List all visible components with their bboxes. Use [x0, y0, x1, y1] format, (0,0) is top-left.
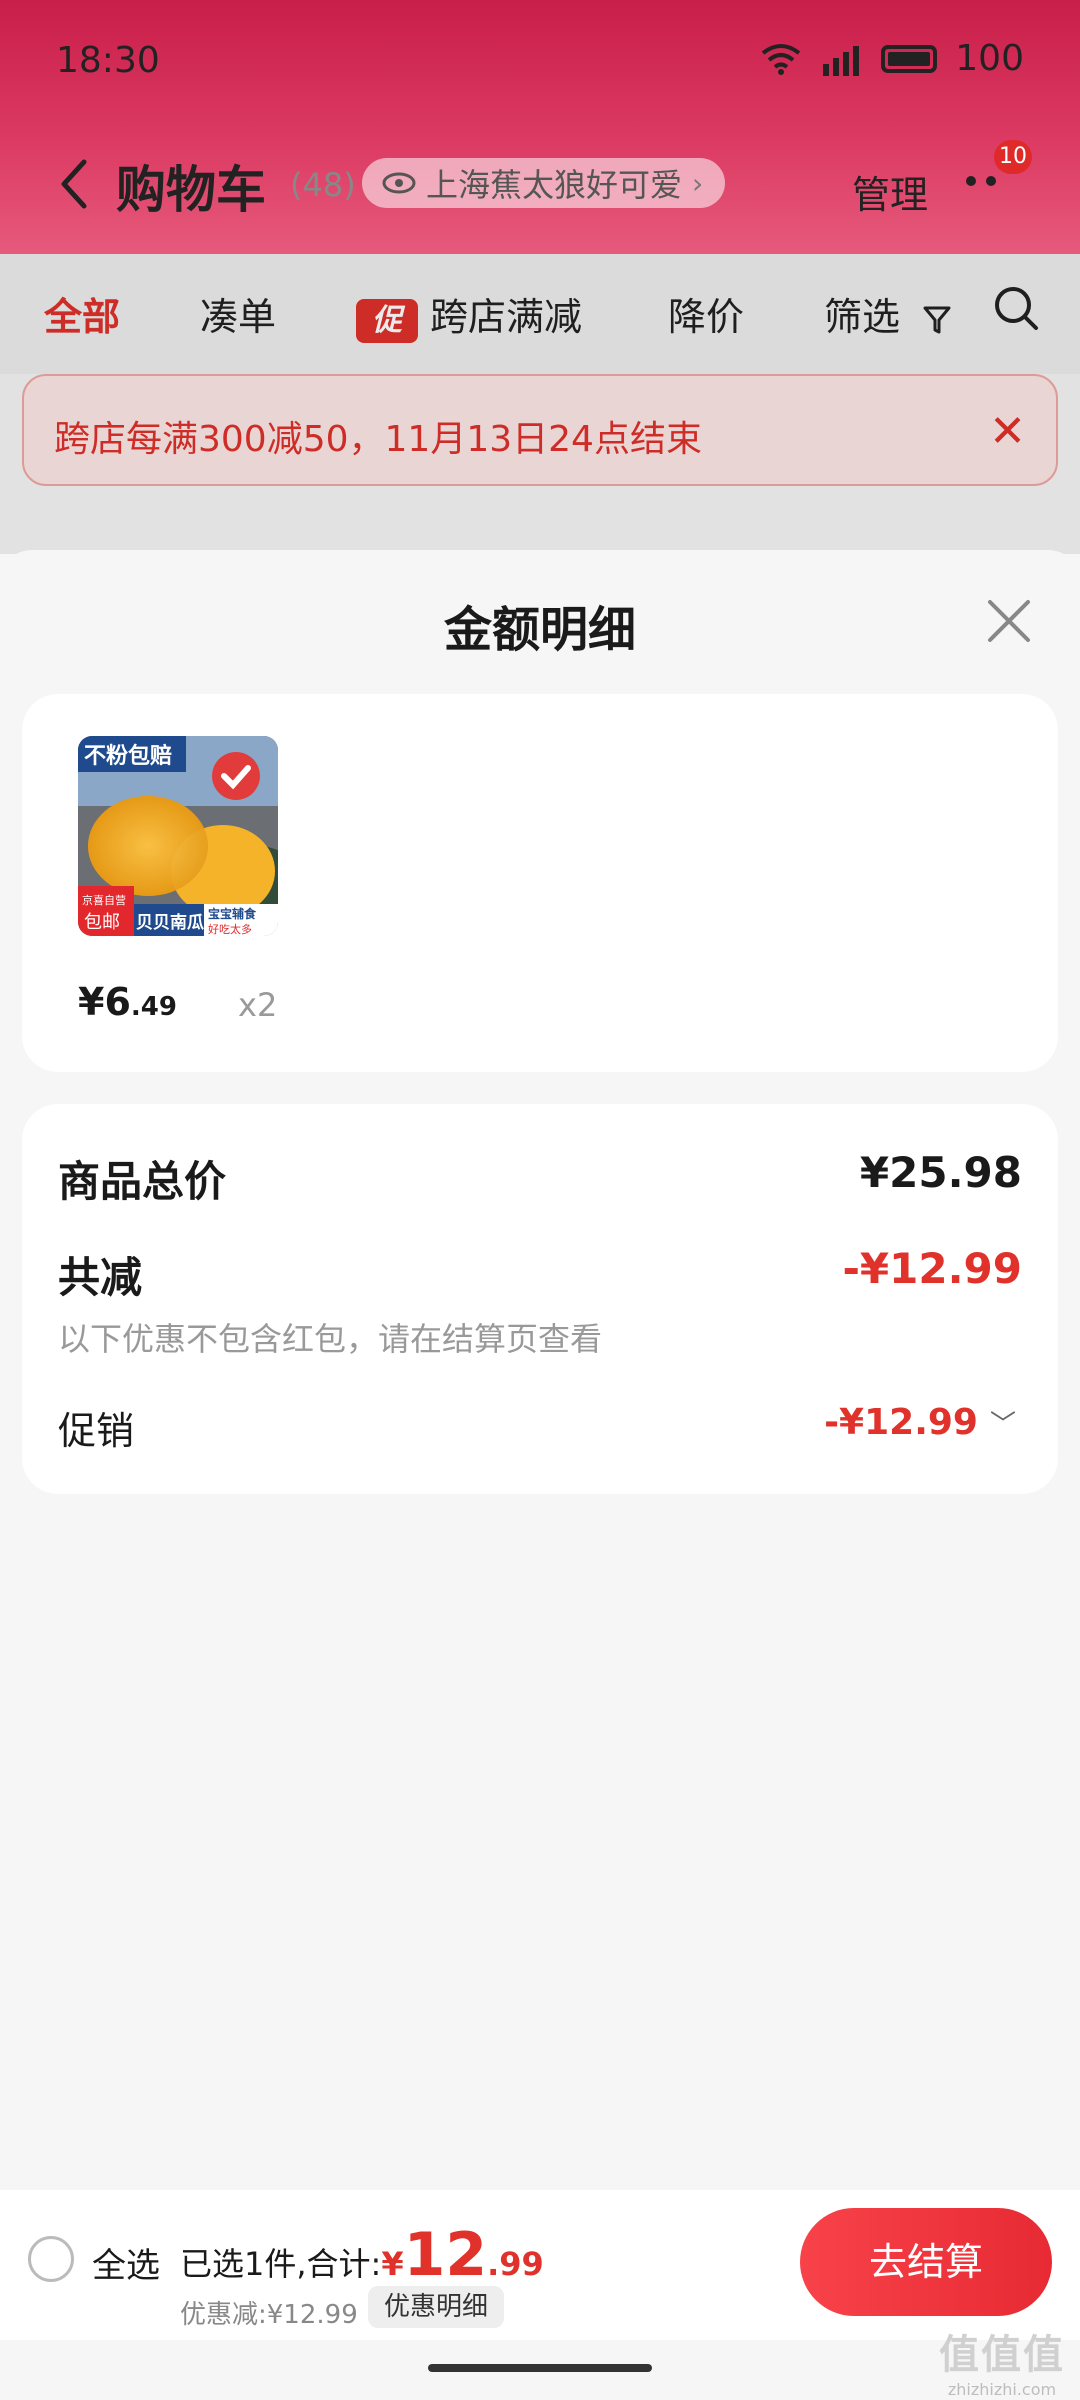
price-breakdown-card: 商品总价 ¥25.98 共减 -¥12.99 以下优惠不包含红包，请在结算页查看…: [22, 1104, 1058, 1494]
product-price: ¥6.49: [78, 980, 177, 1024]
img-tag-top: 不粉包赔: [84, 743, 172, 769]
eye-location-icon: [382, 172, 416, 194]
battery-level: 100: [955, 38, 1024, 79]
goods-total-value: ¥25.98: [859, 1148, 1022, 1197]
product-price-dec: .49: [130, 992, 177, 1022]
wifi-icon: [762, 43, 801, 75]
watermark: 值值值 zhizhizhi.com: [932, 2322, 1072, 2399]
status-time: 18:30: [56, 40, 160, 81]
promotion-value[interactable]: -¥12.99 ﹀: [824, 1402, 1016, 1443]
overlay-dim: [0, 254, 1080, 554]
img-side-tag2: 好吃太多: [208, 922, 252, 936]
page-title: 购物车: [116, 161, 266, 219]
close-icon[interactable]: [984, 596, 1034, 646]
total-currency: ¥: [381, 2245, 404, 2283]
status-icons: 100: [761, 38, 1024, 79]
discount-note: 以下优惠不包含红包，请在结算页查看: [58, 1320, 603, 1358]
select-all-label[interactable]: 全选: [92, 2238, 160, 2287]
discount-detail-button[interactable]: 优惠明细: [368, 2286, 505, 2328]
chevron-right-icon: ›: [692, 166, 704, 200]
summary-prefix: 已选1件,合计:: [180, 2245, 382, 2283]
signal-5g-icon: [823, 45, 860, 76]
status-bar: 18:30 100: [0, 0, 1080, 125]
checkout-bar: 全选 已选1件,合计: ¥ 12 .99 优惠减:¥12.99 优惠明细 去结算: [0, 2190, 1080, 2340]
manage-button[interactable]: 管理: [852, 164, 928, 219]
watermark-url: zhizhizhi.com: [947, 2380, 1057, 2399]
back-arrow-icon[interactable]: [54, 156, 94, 212]
address-text: 上海蕉太狼好可爱: [426, 166, 683, 204]
address-selector[interactable]: 上海蕉太狼好可爱 ›: [362, 158, 726, 208]
cart-nav-bar: 购物车 (48) 上海蕉太狼好可爱 › 管理 10: [0, 140, 1080, 230]
chevron-down-icon: ﹀: [989, 1410, 1016, 1440]
total-reduce-value: -¥12.99: [842, 1244, 1022, 1293]
product-quantity: x2: [238, 986, 278, 1024]
promotion-amount: -¥12.99: [824, 1402, 978, 1443]
pumpkin-image: 不粉包赔 京喜自营 包邮 贝贝南瓜 宝宝辅食 好吃太多: [78, 736, 278, 936]
watermark-logo: 值值值: [939, 2332, 1065, 2378]
more-icon[interactable]: [966, 176, 996, 186]
home-indicator[interactable]: [428, 2364, 652, 2372]
total-amount-dec: .99: [487, 2245, 544, 2283]
checkout-button[interactable]: 去结算: [800, 2208, 1052, 2316]
product-price-int: ¥6: [78, 980, 131, 1024]
img-side-tag: 宝宝辅食: [208, 906, 257, 921]
img-tag-store: 京喜自营: [82, 893, 126, 907]
product-image[interactable]: 不粉包赔 京喜自营 包邮 贝贝南瓜 宝宝辅食 好吃太多: [78, 736, 278, 936]
message-badge: 10: [994, 140, 1032, 174]
img-tag-free: 包邮: [84, 912, 120, 933]
goods-total-label: 商品总价: [58, 1157, 227, 1206]
battery-icon: [881, 44, 938, 73]
discount-summary: 优惠减:¥12.99: [180, 2300, 358, 2330]
selection-summary: 已选1件,合计: ¥ 12 .99: [180, 2220, 544, 2290]
total-reduce-label: 共减: [58, 1253, 143, 1302]
cart-item-count: (48): [290, 166, 356, 204]
select-all-checkbox[interactable]: [28, 2236, 74, 2282]
sheet-title: 金额明细: [443, 602, 636, 658]
total-amount-int: 12: [403, 2220, 488, 2290]
promotion-label: 促销: [58, 1409, 135, 1453]
img-product-name: 贝贝南瓜: [136, 912, 204, 933]
amount-detail-sheet: 金额明细 不粉包赔 京喜自营 包邮 贝贝南瓜 宝宝辅食 好吃太多 ¥6.49 x…: [0, 550, 1080, 2190]
product-card: 不粉包赔 京喜自营 包邮 贝贝南瓜 宝宝辅食 好吃太多 ¥6.49 x2: [22, 694, 1058, 1072]
